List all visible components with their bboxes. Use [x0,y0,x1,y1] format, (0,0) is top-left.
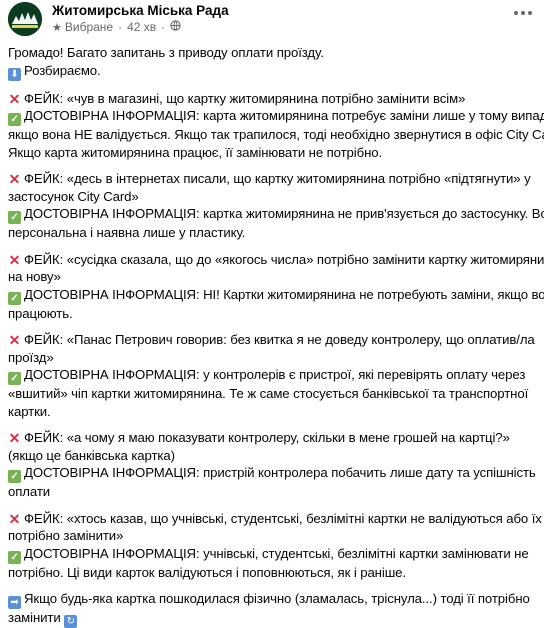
check-mark-icon: ✓ [8,550,21,564]
post-text: Громадо! Багато запитань з приводу оплат… [8,44,544,628]
check-mark-icon: ✓ [8,291,21,305]
fake-line: ✕ ФЕЙК: «сусідка сказала, що до «якогось … [8,251,544,268]
intro-line: Громадо! Багато запитань з приводу оплат… [8,45,324,60]
cross-mark-icon: ✕ [8,510,21,527]
true-line: ✓ ДОСТОВІРНА ІНФОРМАЦІЯ: учнівські, студе… [8,545,536,564]
true-line-cont: якщо вона НЕ валідується. Якщо так трапи… [8,127,544,142]
true-line-cont: потрібно. Ці види карток валідуються і п… [8,564,406,580]
fake-line-cont: (якщо це банківська картка) [8,447,175,463]
three-dots-icon[interactable] [512,6,534,20]
check-mark-icon: ✓ [8,470,21,483]
true-line-cont: оплати [8,484,51,499]
note-line: ➡ Якщо будь-яка картка пошкодилася фізичн… [8,590,536,609]
down-arrow-icon: ⬇ [8,67,21,81]
cross-mark-icon: ✕ [8,251,21,268]
true-line-cont: працюють. [8,305,73,321]
fake-line: ✕ ФЕЙК: «десь в інтернетах писали, що кар… [8,171,531,187]
fake-line-cont: на нову» [8,269,61,284]
cross-mark-icon: ✕ [8,430,21,446]
meta-separator: · [161,20,166,34]
intro-line-2: ⬇ Розбираємо. [8,62,536,81]
true-line-cont: Якщо карта житомирянина працює, її замін… [8,144,383,160]
fact-block: ✕ ФЕЙК: «а чому я маю показувати контроле… [8,429,536,501]
fact-block: ➡ Якщо будь-яка картка пошкодилася фізичн… [8,590,536,628]
check-mark-icon: ✓ [8,372,21,385]
meta-separator: · [118,20,123,34]
cross-mark-icon: ✕ [8,332,21,348]
true-line-cont: картки. [8,403,51,419]
fake-line: ✕ ФЕЙК: «хтось казав, що учнівські, студе… [8,510,542,527]
globe-icon [170,20,181,34]
right-arrow-icon: ➡ [8,596,21,609]
fake-line: ✕ ФЕЙК: «Панас Петрович говорив: без квит… [8,332,535,348]
fact-block: ✕ ФЕЙК: «десь в інтернетах писали, що кар… [8,170,544,242]
note-line-cont: замінити ↻ [8,609,536,628]
true-line: ✓ ДОСТОВІРНА ІНФОРМАЦІЯ: карта житомиряни… [8,107,544,126]
cross-mark-icon: ✕ [8,171,21,187]
true-line: ✓ ДОСТОВІРНА ІНФОРМАЦІЯ: НІ! Картки житом… [8,286,544,305]
fact-block: ✕ ФЕЙК: «хтось казав, що учнівські, студе… [8,510,542,582]
fact-block: ✕ ФЕЙК: «Панас Петрович говорив: без квит… [8,331,536,420]
fake-line-cont: проїзд» [8,349,54,365]
true-line: ✓ ДОСТОВІРНА ІНФОРМАЦІЯ: пристрій контрол… [8,464,536,483]
true-line: ✓ ДОСТОВІРНА ІНФОРМАЦІЯ: картка житомирян… [8,205,544,224]
fact-block: ✕ ФЕЙК: «чув в магазині, що картку житоми… [8,90,544,162]
favorites-star-icon: ★ [52,21,62,34]
fake-line: ✕ ФЕЙК: «чув в магазині, що картку житоми… [8,90,466,107]
page-avatar[interactable] [8,2,42,36]
cross-mark-icon: ✕ [8,90,21,107]
fake-line-cont: потрібно замінити» [8,528,124,543]
check-mark-icon: ✓ [8,113,21,126]
true-line-cont: «вшитий» чіп картки житомирянина. Те ж с… [8,386,529,401]
fake-line: ✕ ФЕЙК: «а чому я маю показувати контроле… [8,430,510,446]
post-meta: ★ Вибране · 42 хв · [52,20,181,34]
true-line: ✓ ДОСТОВІРНА ІНФОРМАЦІЯ: у контролерів є … [8,366,536,385]
fake-line-cont: застосунок City Card» [8,188,139,204]
favorites-label[interactable]: Вибране [65,20,113,34]
post-header: Житомирська Міська Рада ★ Вибране · 42 х… [0,0,544,40]
repeat-icon: ↻ [64,615,78,628]
fact-block: ✕ ФЕЙК: «сусідка сказала, що до «якогось … [8,251,544,323]
page-name-link[interactable]: Житомирська Міська Рада [52,3,229,18]
post-time[interactable]: 42 хв [127,20,156,34]
true-line-cont: персональна і наявна лише у пластику. [8,225,246,240]
check-mark-icon: ✓ [8,211,21,224]
